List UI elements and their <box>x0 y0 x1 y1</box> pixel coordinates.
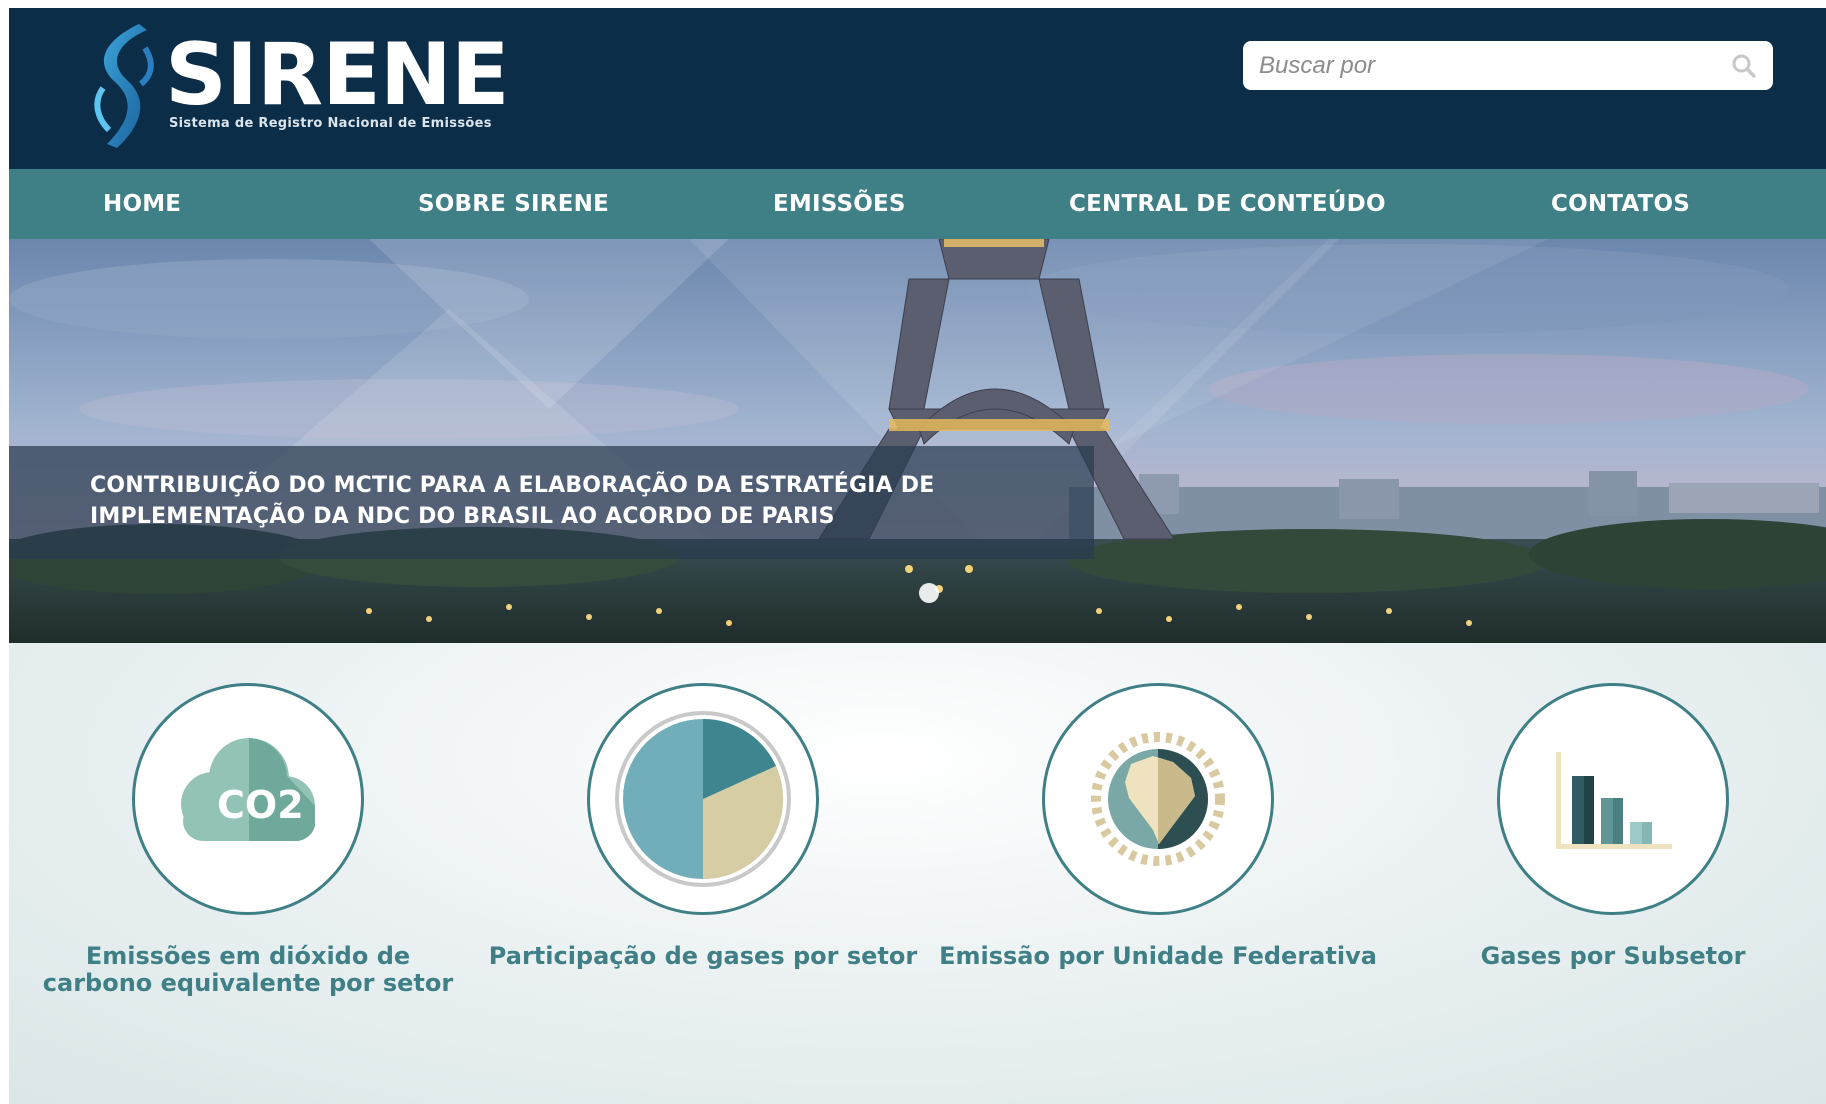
feature-circle[interactable]: CO2 <box>132 683 364 915</box>
feature-label[interactable]: Emissão por Unidade Federativa <box>938 943 1378 970</box>
brand-subtitle: Sistema de Registro Nacional de Emissões <box>169 116 492 131</box>
brazil-map-icon <box>1091 732 1225 866</box>
nav-item-home[interactable]: HOME <box>103 169 181 239</box>
sirene-logo-icon <box>94 24 154 148</box>
co2-cloud-icon: CO2 <box>181 738 315 842</box>
feature-circle[interactable] <box>1042 683 1274 915</box>
feature-label[interactable]: Gases por Subsetor <box>1393 943 1826 970</box>
feature-emission-by-state[interactable]: Emissão por Unidade Federativa <box>938 683 1378 970</box>
nav-item-central-de-conteudo[interactable]: CENTRAL DE CONTEÚDO <box>1069 169 1386 239</box>
pie-chart-icon <box>615 711 791 887</box>
slider-dot[interactable] <box>919 583 939 603</box>
nav-item-contatos[interactable]: CONTATOS <box>1551 169 1690 239</box>
site-logo[interactable]: SIRENE Sistema de Registro Nacional de E… <box>87 18 510 158</box>
bar-chart-icon <box>1556 752 1672 849</box>
brand-title: SIRENE <box>165 25 510 125</box>
search-icon[interactable] <box>1731 53 1757 79</box>
feature-label[interactable]: Emissões em dióxido de carbono equivalen… <box>28 943 468 997</box>
search-input[interactable] <box>1243 41 1703 90</box>
feature-gas-participation[interactable]: Participação de gases por setor <box>483 683 923 970</box>
feature-circle[interactable] <box>587 683 819 915</box>
nav-item-sobre-sirene[interactable]: SOBRE SIRENE <box>418 169 609 239</box>
main-nav: HOME SOBRE SIRENE EMISSÕES CENTRAL DE CO… <box>9 169 1826 239</box>
feature-label[interactable]: Participação de gases por setor <box>483 943 923 970</box>
nav-item-emissoes[interactable]: EMISSÕES <box>773 169 906 239</box>
feature-circle[interactable] <box>1497 683 1729 915</box>
search-box <box>1243 41 1773 90</box>
page-frame: SIRENE Sistema de Registro Nacional de E… <box>9 8 1826 1104</box>
feature-co2-emissions[interactable]: CO2 Emissões em dióxido de carbono equiv… <box>28 683 468 997</box>
hero-caption-box[interactable]: CONTRIBUIÇÃO DO MCTIC PARA A ELABORAÇÃO … <box>9 446 1094 559</box>
feature-gases-by-subsector[interactable]: Gases por Subsetor <box>1393 683 1826 970</box>
site-header: SIRENE Sistema de Registro Nacional de E… <box>9 8 1826 169</box>
hero-caption[interactable]: CONTRIBUIÇÃO DO MCTIC PARA A ELABORAÇÃO … <box>90 470 1080 532</box>
co2-icon-text: CO2 <box>217 783 304 827</box>
hero-banner[interactable]: CONTRIBUIÇÃO DO MCTIC PARA A ELABORAÇÃO … <box>9 239 1826 643</box>
features-section: CO2 Emissões em dióxido de carbono equiv… <box>9 643 1826 1104</box>
eiffel-tower-photo <box>9 239 1826 643</box>
